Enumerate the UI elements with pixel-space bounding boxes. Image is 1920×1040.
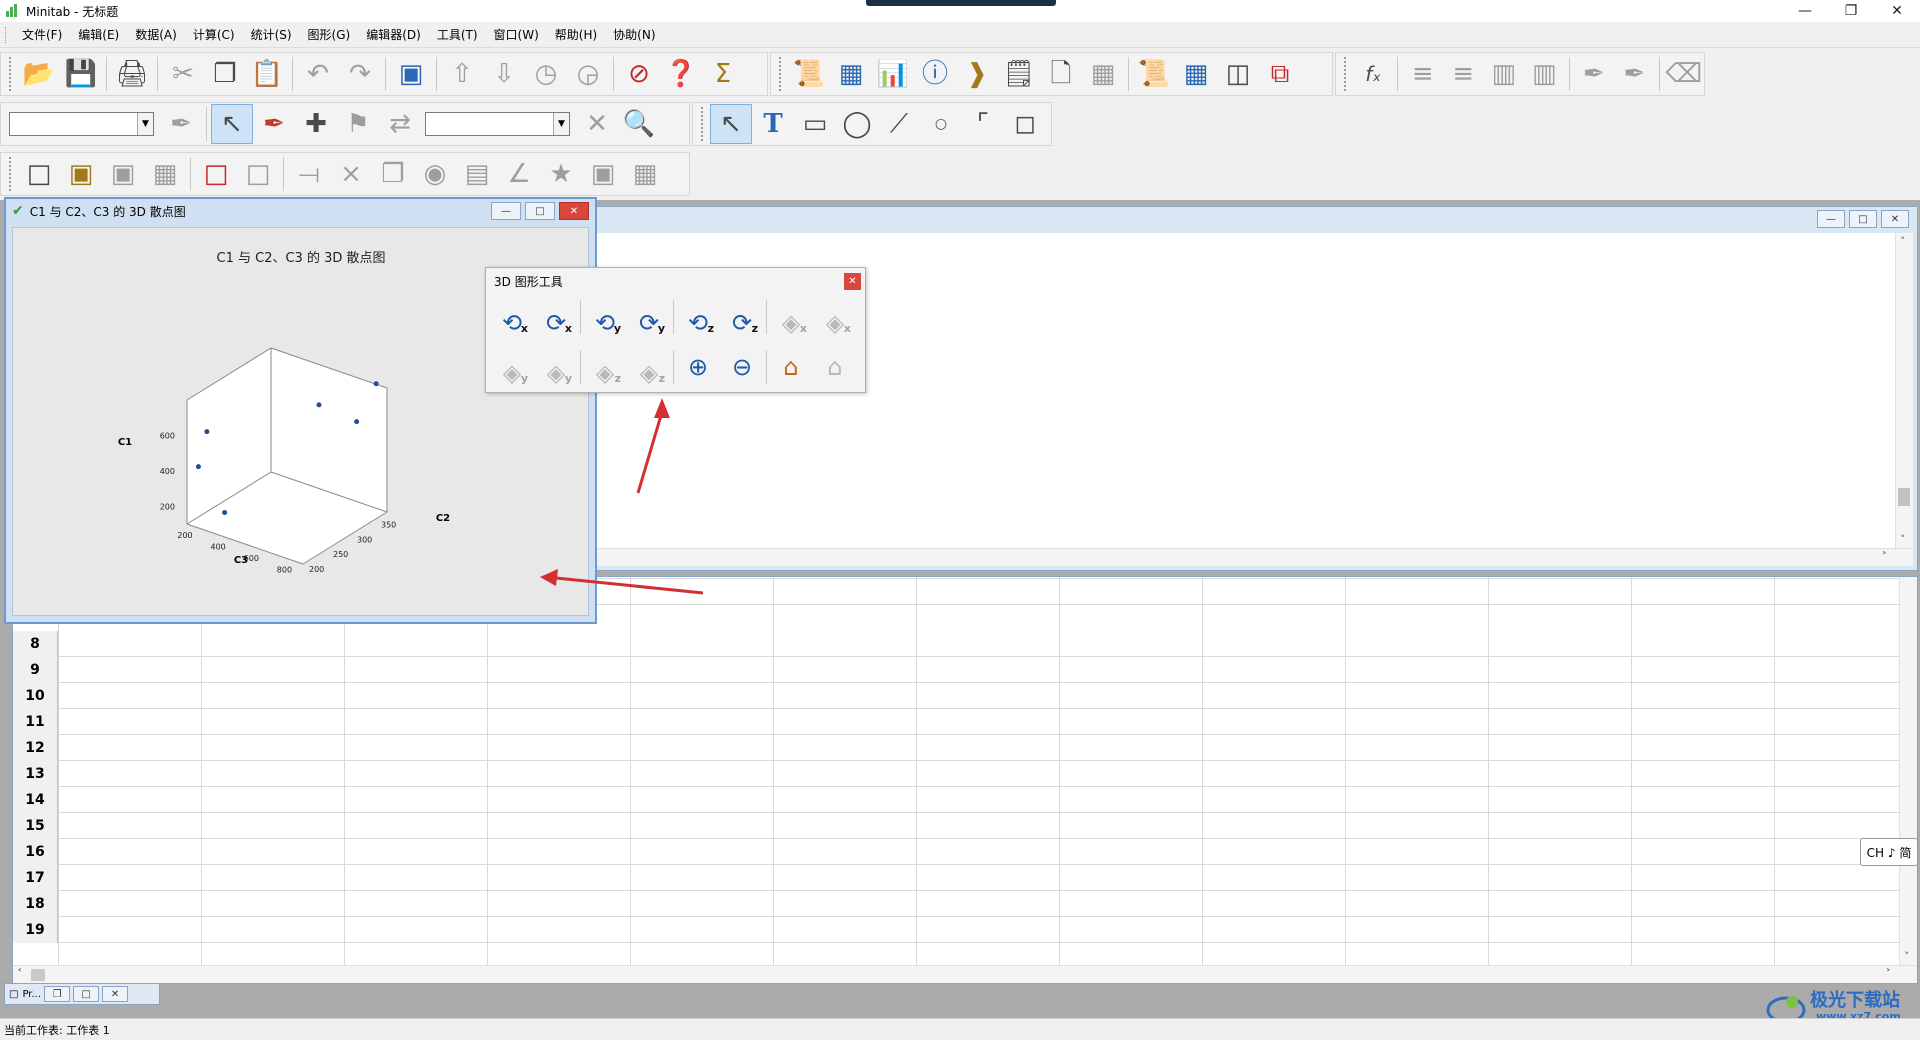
watermark-text: 极光下载站 (1810, 990, 1900, 1011)
annotation-arrow-2 (540, 569, 704, 595)
status-text: 当前工作表: 工作表 1 (4, 1023, 110, 1037)
status-bar: 当前工作表: 工作表 1 (0, 1018, 1920, 1040)
ime-indicator[interactable]: CH ♪ 简 (1860, 838, 1918, 866)
annotation-arrow-1 (636, 398, 670, 494)
annotation-overlay (540, 398, 704, 595)
